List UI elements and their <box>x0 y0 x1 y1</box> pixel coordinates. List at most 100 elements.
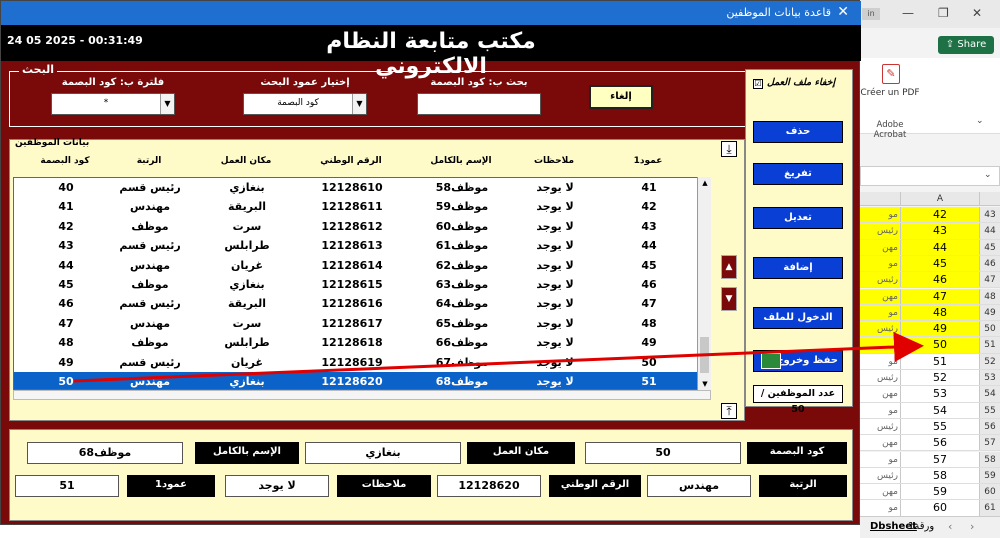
cell-a[interactable]: 46 <box>900 272 980 288</box>
download-icon[interactable]: ⤓ <box>721 141 737 157</box>
cell-b[interactable]: مهن <box>860 239 900 255</box>
add-button[interactable]: إضافة <box>753 257 843 279</box>
excel-row[interactable]: رئيس 55 56 <box>860 418 1000 436</box>
excel-row[interactable]: مو 60 61 <box>860 500 1000 517</box>
cell-a[interactable]: 44 <box>900 239 980 255</box>
code-field[interactable]: 50 <box>585 442 741 464</box>
cell-b[interactable]: مو <box>860 207 900 223</box>
row-number[interactable]: 50 <box>980 321 1000 337</box>
open-file-button[interactable]: الدخول للملف <box>753 307 843 329</box>
cell-b[interactable]: مو <box>860 451 900 467</box>
cell-b[interactable]: مو <box>860 402 900 418</box>
table-row[interactable]: 44 لا يوجد موظف61 12128613 طرابلس رئيس قسم 43 <box>14 236 700 255</box>
table-row[interactable]: 48 لا يوجد موظف65 12128617 سرت مهندس 47 <box>14 314 700 333</box>
edit-button[interactable]: تعديل <box>753 207 843 229</box>
employee-list[interactable]: 41 لا يوجد موظف58 12128610 بنغازي رئيس قسم 40 4… <box>13 177 711 390</box>
cell-b[interactable]: رئيس <box>860 370 900 386</box>
search-column-select[interactable]: كود البصمة ▼ <box>243 93 367 115</box>
work-field[interactable]: بنغازي <box>305 442 461 464</box>
row-number[interactable]: 48 <box>980 288 1000 304</box>
delete-button[interactable]: حذف <box>753 121 843 143</box>
excel-row[interactable]: مو 54 55 <box>860 402 1000 419</box>
cell-b[interactable] <box>860 337 900 353</box>
cell-b[interactable]: مو <box>860 500 900 516</box>
row-number[interactable]: 52 <box>980 353 1000 369</box>
scroll-thumb[interactable] <box>700 337 709 373</box>
cell-a[interactable]: 58 <box>900 467 980 484</box>
cell-a[interactable]: 51 <box>900 353 980 369</box>
cell-a[interactable]: 42 <box>900 207 980 223</box>
excel-row[interactable]: مو 57 58 <box>860 451 1000 468</box>
share-button[interactable]: ⇪ Share <box>938 36 994 54</box>
row-number[interactable]: 55 <box>980 402 1000 418</box>
cell-b[interactable]: مهن <box>860 435 900 451</box>
cell-a[interactable]: 49 <box>900 321 980 337</box>
excel-row[interactable]: مو 51 52 <box>860 353 1000 370</box>
cell-a[interactable]: 54 <box>900 402 980 418</box>
restore-icon[interactable]: ❐ <box>938 6 949 20</box>
cell-a[interactable]: 43 <box>900 223 980 239</box>
row-number[interactable]: 60 <box>980 484 1000 500</box>
row-number[interactable]: 44 <box>980 223 1000 239</box>
list-scrollbar[interactable]: ▲ ▼ <box>697 177 711 390</box>
row-number[interactable]: 51 <box>980 337 1000 353</box>
cell-a[interactable]: 56 <box>900 435 980 451</box>
chevron-down-icon[interactable]: ▼ <box>352 94 366 114</box>
row-number[interactable]: 54 <box>980 386 1000 402</box>
cell-b[interactable]: رئيس <box>860 272 900 288</box>
sheet-next-icon[interactable]: › <box>970 520 974 533</box>
cell-b[interactable]: مو <box>860 304 900 321</box>
name-field[interactable]: موظف68 <box>27 442 183 464</box>
excel-row[interactable]: رئيس 49 50 <box>860 321 1000 338</box>
scroll-up-icon[interactable]: ▲ <box>698 177 712 189</box>
cell-a[interactable]: 45 <box>900 255 980 272</box>
column-a-header[interactable]: A <box>900 192 980 206</box>
cell-a[interactable]: 52 <box>900 370 980 386</box>
create-pdf-button[interactable]: Créer un PDF <box>860 88 920 99</box>
clear-button[interactable]: تفريغ <box>753 163 843 185</box>
table-row[interactable]: 45 لا يوجد موظف62 12128614 غريان مهندس 44 <box>14 256 700 275</box>
table-row[interactable]: 42 لا يوجد موظف59 12128611 البريقة مهندس 41 <box>14 197 700 216</box>
row-number[interactable]: 58 <box>980 451 1000 467</box>
cell-b[interactable]: مو <box>860 255 900 272</box>
excel-row[interactable]: رئيس 43 44 <box>860 223 1000 240</box>
table-row[interactable]: 49 لا يوجد موظف66 12128618 طرابلس موظف 48 <box>14 333 700 352</box>
table-row[interactable]: 46 لا يوجد موظف63 12128615 بنغازي موظف 45 <box>14 275 700 294</box>
rank-field[interactable]: مهندس <box>647 475 751 497</box>
next-record-button[interactable]: ▼ <box>721 287 737 311</box>
sheet-prev-icon[interactable]: ‹ <box>948 520 952 533</box>
excel-row[interactable]: 50 51 <box>860 337 1000 354</box>
table-row[interactable]: 50 لا يوجد موظف67 12128619 غريان رئيس قسم 49 <box>14 353 700 372</box>
row-number[interactable]: 47 <box>980 272 1000 288</box>
search-input[interactable] <box>417 93 541 115</box>
excel-row[interactable]: مو 45 46 <box>860 255 1000 273</box>
prev-record-button[interactable]: ▲ <box>721 255 737 279</box>
row-number[interactable]: 61 <box>980 500 1000 516</box>
filter-select[interactable]: * ▼ <box>51 93 175 115</box>
cell-b[interactable]: مهن <box>860 288 900 304</box>
ribbon-collapse-icon[interactable]: ⌄ <box>976 116 984 126</box>
col1-field[interactable]: 51 <box>15 475 119 497</box>
excel-row[interactable]: رئيس 46 47 <box>860 272 1000 289</box>
cell-b[interactable]: رئيس <box>860 467 900 484</box>
pdf-icon[interactable]: ✎ <box>882 64 900 84</box>
excel-row[interactable]: رئيس 52 53 <box>860 370 1000 387</box>
excel-row[interactable]: مو 48 49 <box>860 304 1000 322</box>
row-number[interactable]: 49 <box>980 304 1000 321</box>
cell-b[interactable]: رئيس <box>860 223 900 239</box>
row-number[interactable]: 57 <box>980 435 1000 451</box>
formula-bar[interactable] <box>860 166 1000 186</box>
national-field[interactable]: 12128620 <box>437 475 541 497</box>
notes-field[interactable]: لا يوجد <box>225 475 329 497</box>
excel-row[interactable]: رئيس 58 59 <box>860 467 1000 485</box>
table-row[interactable]: 41 لا يوجد موظف58 12128610 بنغازي رئيس قسم 40 <box>14 178 700 197</box>
excel-row[interactable]: مو 42 43 <box>860 207 1000 224</box>
row-number[interactable]: 43 <box>980 207 1000 223</box>
scroll-down-icon[interactable]: ▼ <box>698 378 712 390</box>
cell-b[interactable]: مو <box>860 353 900 369</box>
cell-b[interactable]: مهن <box>860 484 900 500</box>
hide-worksheet-checkbox[interactable]: ☑ <box>753 79 763 89</box>
excel-row[interactable]: مهن 47 48 <box>860 288 1000 305</box>
upload-icon[interactable]: ⤒ <box>721 403 737 419</box>
cell-a[interactable]: 53 <box>900 386 980 402</box>
